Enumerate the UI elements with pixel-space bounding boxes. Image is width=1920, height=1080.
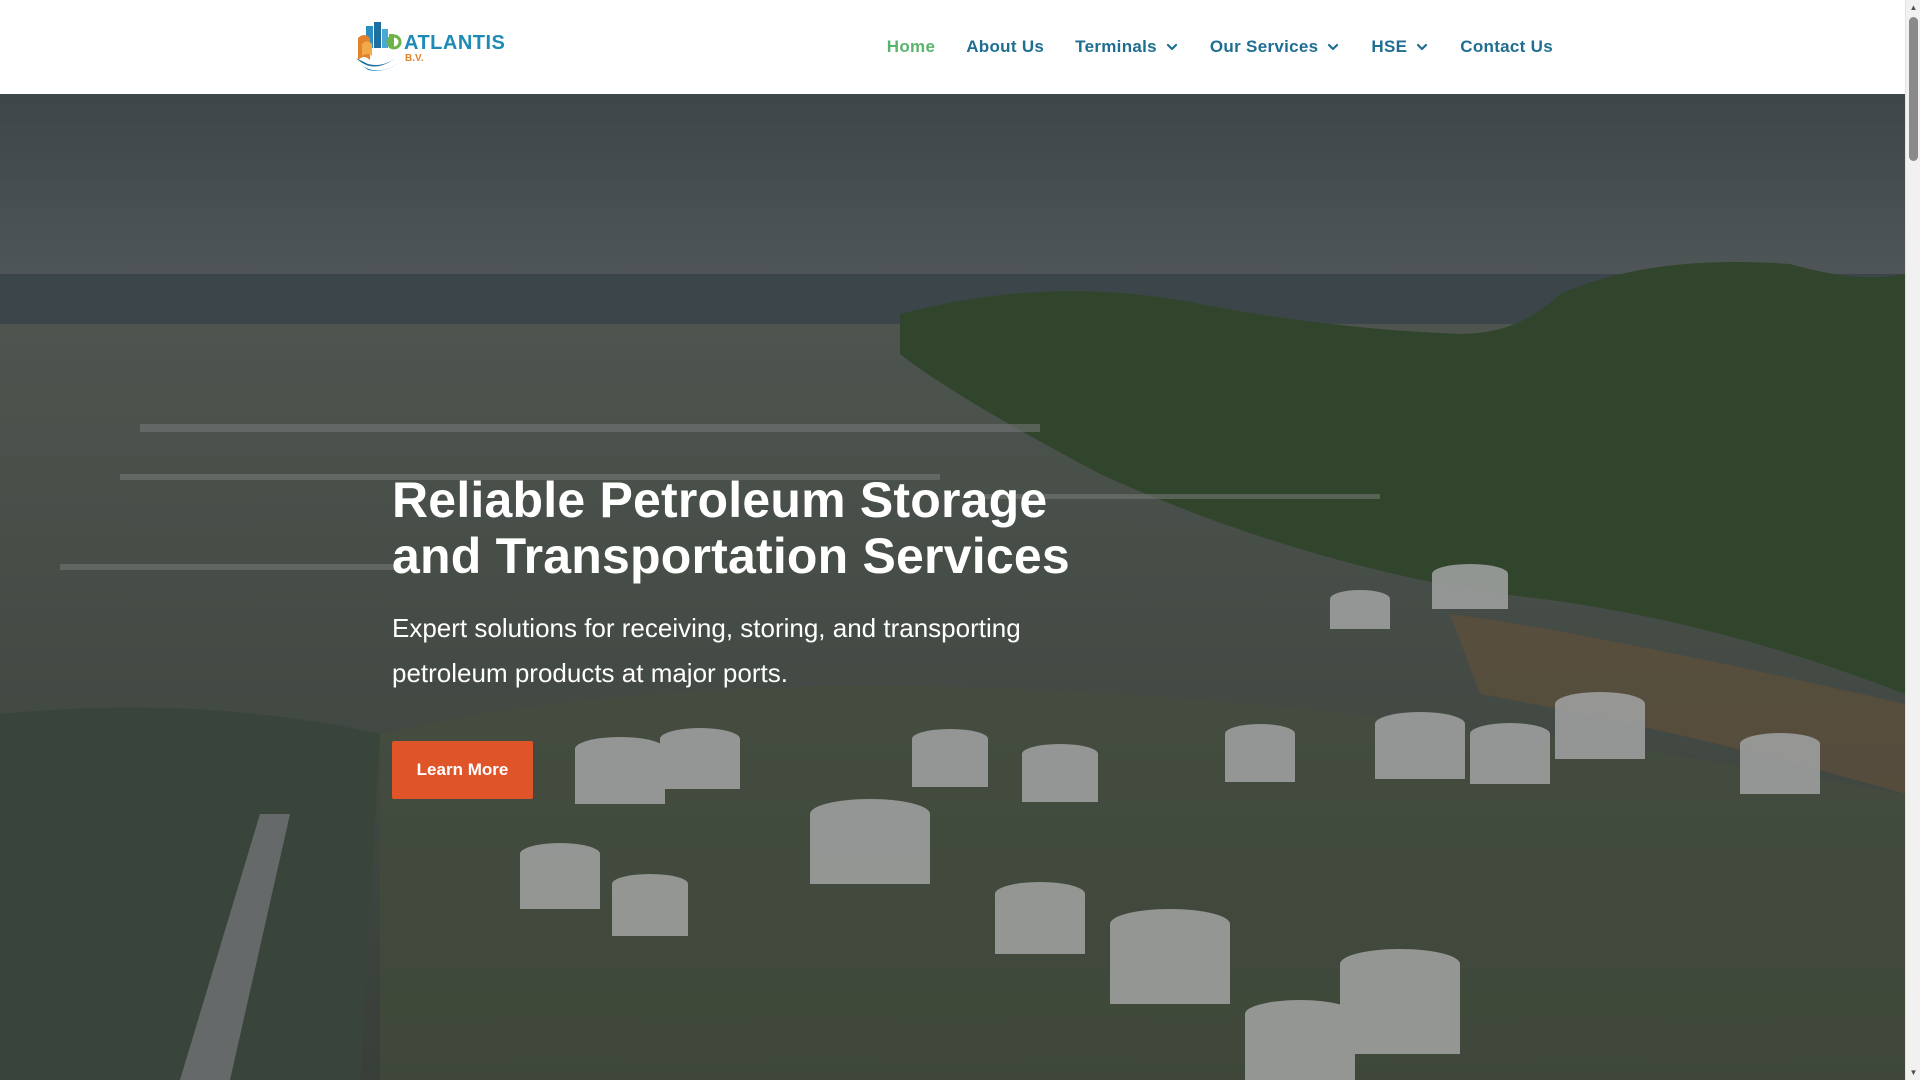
learn-more-button[interactable]: Learn More <box>392 741 533 799</box>
nav-item-hse[interactable]: HSE <box>1371 37 1429 57</box>
logo-wordmark: ATLANTIS <box>404 32 506 54</box>
nav-item-label: Contact Us <box>1460 37 1553 56</box>
chevron-down-icon <box>1328 43 1339 51</box>
arrow-down-icon[interactable]: ▼ <box>1906 1065 1920 1080</box>
nav-item-label: About Us <box>966 37 1045 56</box>
arrow-up-icon[interactable]: ▲ <box>1906 0 1920 15</box>
logo-icon <box>356 22 402 71</box>
nav-item-label: HSE <box>1371 37 1408 56</box>
hero-title: Reliable Petroleum Storage and Transport… <box>392 472 1092 584</box>
site-header: ATLANTIS B.V. Home About Us Terminals Ou… <box>0 0 1905 94</box>
nav-item-home[interactable]: Home <box>887 37 935 57</box>
logo-text: ATLANTIS B.V. <box>402 20 506 72</box>
nav-item-label: Home <box>886 37 936 56</box>
nav-item-label: Our Services <box>1209 37 1319 56</box>
nav-item-our-services[interactable]: Our Services <box>1210 37 1341 57</box>
hero-title-line-1: Reliable Petroleum Storage <box>392 472 1048 528</box>
hero-content: Reliable Petroleum Storage and Transport… <box>392 472 1092 799</box>
nav-item-about-us[interactable]: About Us <box>966 37 1044 57</box>
chevron-down-icon <box>1417 43 1428 51</box>
nav-item-terminals[interactable]: Terminals <box>1075 37 1179 57</box>
hero-title-line-2: and Transportation Services <box>392 528 1070 584</box>
hero-subtitle: Expert solutions for receiving, storing,… <box>392 613 1021 688</box>
scrollbar-thumb[interactable] <box>1909 17 1918 161</box>
page-scrollbar[interactable]: ▲ ▼ <box>1905 0 1920 1080</box>
nav-item-contact-us[interactable]: Contact Us <box>1460 37 1553 57</box>
site-logo[interactable]: ATLANTIS B.V. <box>354 20 506 72</box>
hero-section: Reliable Petroleum Storage and Transport… <box>0 94 1905 1080</box>
logo-subline: B.V. <box>405 53 424 64</box>
chevron-down-icon <box>1166 43 1178 51</box>
main-nav: Home About Us Terminals Our Services HSE… <box>856 0 1553 94</box>
nav-item-label: Terminals <box>1075 37 1157 56</box>
